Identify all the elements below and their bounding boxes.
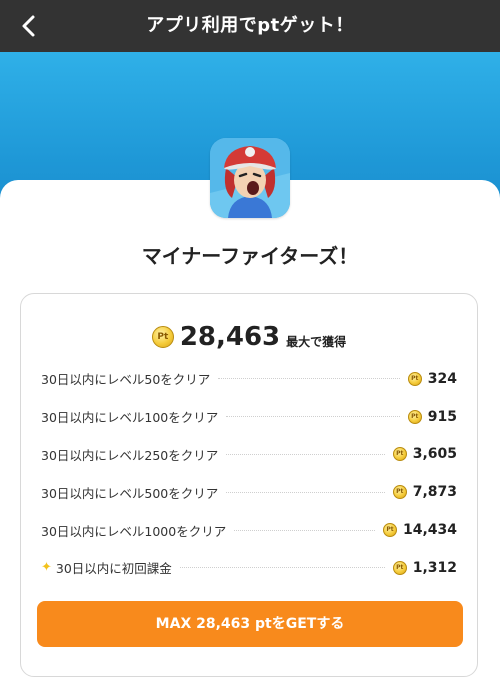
points-value: 324 xyxy=(427,370,457,387)
points-value: 14,434 xyxy=(402,522,457,539)
dotted-leader xyxy=(226,453,385,455)
pt-coin-icon: Pt xyxy=(392,560,407,575)
task-label: 30日以内に初回課金 xyxy=(55,561,172,577)
dotted-leader xyxy=(226,491,385,493)
points-value: 7,873 xyxy=(412,484,457,501)
app-title: マイナーファイターズ！ xyxy=(141,244,359,268)
pt-coin-icon: Pt xyxy=(382,523,397,538)
pt-coin-icon: Pt xyxy=(151,326,174,348)
task-points: Pt 1,312 xyxy=(392,559,457,576)
pt-coin-icon: Pt xyxy=(407,371,422,386)
dotted-leader xyxy=(179,567,385,569)
task-points: Pt 3,605 xyxy=(392,446,457,463)
points-value: 915 xyxy=(427,408,457,425)
list-item: 30日以内にレベル50をクリア Pt 324 xyxy=(41,360,457,398)
task-label-with-icon: ✦ 30日以内に初回課金 xyxy=(41,558,172,577)
sparkle-icon: ✦ xyxy=(41,560,52,576)
task-points: Pt 915 xyxy=(407,408,457,425)
points-value: 3,605 xyxy=(412,446,457,463)
list-item: 30日以内にレベル250をクリア Pt 3,605 xyxy=(41,436,457,474)
total-points: 28,463 xyxy=(179,322,281,352)
dotted-leader xyxy=(226,416,400,418)
task-label: 30日以内にレベル250をクリア xyxy=(41,447,219,463)
task-points: Pt 324 xyxy=(407,370,457,387)
points-value: 1,312 xyxy=(412,559,457,576)
list-item: 30日以内にレベル500をクリア Pt 7,873 xyxy=(41,473,457,511)
total-suffix: 最大で獲得 xyxy=(286,334,347,349)
app-header: アプリ利用でptゲット！ xyxy=(0,0,500,52)
pt-coin-icon: Pt xyxy=(392,485,407,500)
task-points: Pt 7,873 xyxy=(392,484,457,501)
app-icon xyxy=(210,138,290,218)
list-item: 30日以内にレベル100をクリア Pt 915 xyxy=(41,398,457,436)
pt-coin-icon: Pt xyxy=(407,409,422,424)
task-label: 30日以内にレベル1000をクリア xyxy=(41,523,227,539)
dotted-leader xyxy=(234,529,375,531)
list-item: ✦ 30日以内に初回課金 Pt 1,312 xyxy=(41,549,457,587)
task-label: 30日以内にレベル100をクリア xyxy=(41,410,219,426)
pt-coin-icon: Pt xyxy=(392,447,407,462)
reward-card: Pt 28,463 最大で獲得 30日以内にレベル50をクリア Pt 324 3… xyxy=(20,293,478,677)
get-points-button[interactable]: MAX 28,463 ptをGETする xyxy=(37,601,463,647)
task-label: 30日以内にレベル500をクリア xyxy=(41,485,219,501)
dotted-leader xyxy=(218,378,400,380)
page-title: アプリ利用でptゲット！ xyxy=(146,15,354,36)
reward-list: 30日以内にレベル50をクリア Pt 324 30日以内にレベル100をクリア … xyxy=(41,360,457,587)
list-item: 30日以内にレベル1000をクリア Pt 14,434 xyxy=(41,511,457,549)
task-label: 30日以内にレベル50をクリア xyxy=(41,372,211,388)
task-points: Pt 14,434 xyxy=(382,522,457,539)
reward-total: Pt 28,463 最大で獲得 xyxy=(21,320,477,354)
